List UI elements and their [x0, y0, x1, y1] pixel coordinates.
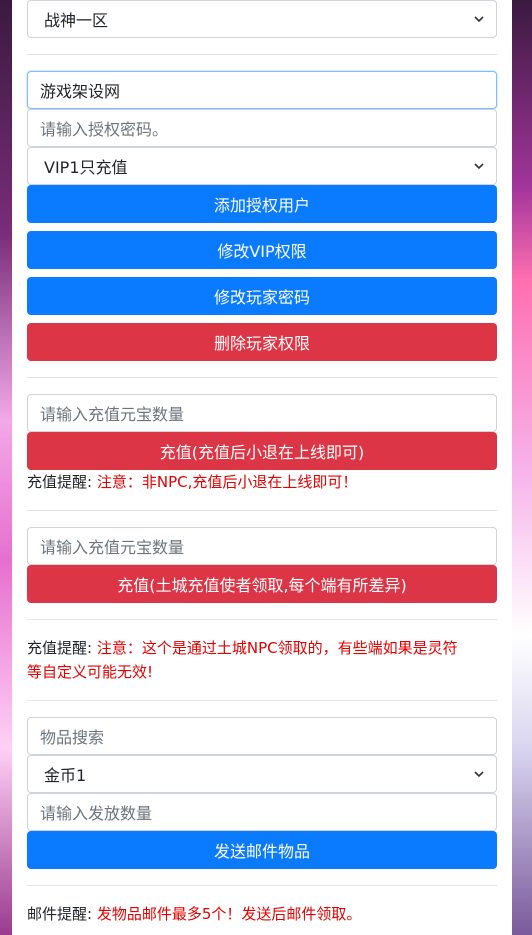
recharge-amount-input[interactable]: 请输入充值元宝数量: [27, 394, 497, 432]
recharge-amount-placeholder: 请输入充值元宝数量: [40, 405, 185, 424]
send-mail-item-button[interactable]: 发送邮件物品: [27, 831, 497, 869]
vip-select[interactable]: VIP1只充值: [27, 147, 497, 185]
chevron-down-icon: [474, 16, 484, 23]
divider: [27, 619, 497, 620]
item-select-value: 金币1: [44, 766, 87, 785]
recharge-tip-label: 充值提醒:: [27, 473, 93, 491]
auth-password-placeholder: 请输入授权密码。: [40, 120, 169, 139]
item-search-input[interactable]: 物品搜索: [27, 717, 497, 755]
chevron-down-icon: [474, 771, 484, 778]
add-auth-user-button[interactable]: 添加授权用户: [27, 185, 497, 223]
auth-password-input[interactable]: 请输入授权密码。: [27, 109, 497, 147]
npc-recharge-tip-label: 充值提醒:: [27, 639, 93, 657]
mail-tip-label: 邮件提醒:: [27, 905, 93, 923]
server-select[interactable]: 战神一区: [27, 0, 497, 38]
account-input-value: 游戏架设网: [40, 82, 121, 101]
npc-recharge-amount-placeholder: 请输入充值元宝数量: [40, 538, 185, 557]
divider: [27, 377, 497, 378]
divider: [27, 54, 497, 55]
account-input[interactable]: 游戏架设网: [27, 71, 497, 109]
npc-recharge-amount-input[interactable]: 请输入充值元宝数量: [27, 527, 497, 565]
background-right-edge: [512, 0, 532, 935]
recharge-button[interactable]: 充值(充值后小退在上线即可): [27, 432, 497, 470]
item-search-placeholder: 物品搜索: [40, 728, 105, 747]
form-panel: 战神一区 游戏架设网 请输入授权密码。 VIP1只充值 添加授权用户 修改VIP…: [12, 0, 512, 935]
modify-vip-button[interactable]: 修改VIP权限: [27, 231, 497, 269]
divider: [27, 700, 497, 701]
mail-tip-text: 发物品邮件最多5个！发送后邮件领取。: [96, 905, 362, 923]
divider: [27, 510, 497, 511]
vip-select-value: VIP1只充值: [44, 158, 128, 177]
npc-recharge-tip-text-1: 注意：这个是通过土城NPC领取的，有些端如果是灵符: [96, 639, 458, 657]
recharge-tip-text: 注意：非NPC,充值后小退在上线即可！: [96, 473, 358, 491]
npc-recharge-tip: 充值提醒: 注意：这个是通过土城NPC领取的，有些端如果是灵符 等自定义可能无效…: [27, 636, 497, 684]
server-select-value: 战神一区: [44, 11, 109, 30]
item-select[interactable]: 金币1: [27, 755, 497, 793]
background-left-edge: [0, 0, 12, 935]
mail-tip: 邮件提醒: 发物品邮件最多5个！发送后邮件领取。: [27, 902, 497, 926]
modify-password-button[interactable]: 修改玩家密码: [27, 277, 497, 315]
delete-permission-button[interactable]: 删除玩家权限: [27, 323, 497, 361]
divider: [27, 885, 497, 886]
npc-recharge-tip-text-2: 等自定义可能无效!: [27, 663, 154, 681]
chevron-down-icon: [474, 163, 484, 170]
recharge-tip: 充值提醒: 注意：非NPC,充值后小退在上线即可！: [27, 470, 497, 494]
npc-recharge-button[interactable]: 充值(土城充值使者领取,每个端有所差异): [27, 565, 497, 603]
item-quantity-placeholder: 请输入发放数量: [40, 804, 153, 823]
item-quantity-input[interactable]: 请输入发放数量: [27, 793, 497, 831]
